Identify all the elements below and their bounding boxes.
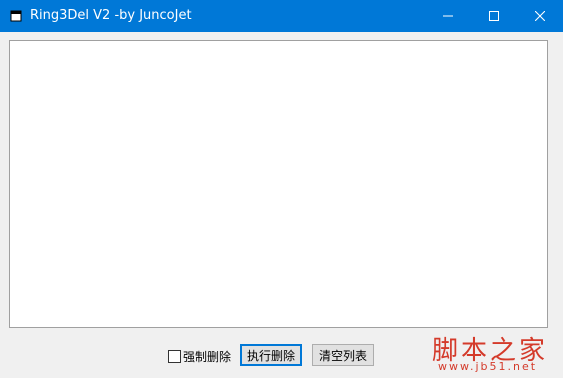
clear-list-button[interactable]: 清空列表 [312,344,374,366]
force-delete-checkbox[interactable]: 强制删除 [168,348,231,364]
title-bar[interactable]: Ring3Del V2 -by JuncoJet [0,0,563,32]
maximize-icon [489,11,499,21]
file-list[interactable] [9,40,548,328]
window-title: Ring3Del V2 -by JuncoJet [30,8,192,23]
checkbox-square[interactable] [168,349,181,363]
site-watermark: 脚本之家 www.jb51.net [432,330,558,376]
app-icon [10,10,22,22]
close-button[interactable] [517,0,563,32]
execute-delete-button[interactable]: 执行删除 [240,344,302,366]
maximize-button[interactable] [471,0,517,32]
minimize-button[interactable] [425,0,471,32]
minimize-icon [443,15,453,17]
close-icon [535,11,545,21]
watermark-url: www.jb51.net [438,360,538,373]
app-window: Ring3Del V2 -by JuncoJet 强制删除 执行删除 清空列表 [0,0,563,378]
force-delete-label: 强制删除 [183,349,232,364]
